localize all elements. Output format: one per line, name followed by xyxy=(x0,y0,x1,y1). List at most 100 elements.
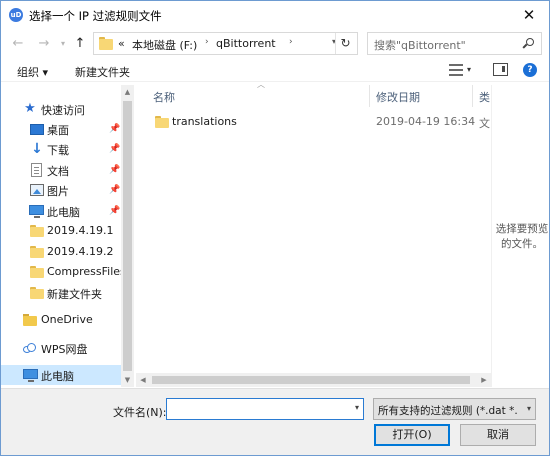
scroll-left-arrow[interactable]: ◀ xyxy=(136,373,150,387)
sidebar-item-this-pc-pinned[interactable]: 此电脑 📌 xyxy=(1,201,121,221)
breadcrumb-folder[interactable]: qBittorrent xyxy=(216,37,276,50)
help-icon[interactable]: ? xyxy=(523,63,537,77)
sidebar-item-onedrive[interactable]: OneDrive xyxy=(1,310,121,330)
sidebar-item-desktop[interactable]: 桌面 📌 xyxy=(1,119,121,139)
pin-icon: 📌 xyxy=(109,185,121,195)
sidebar-item-label: 2019.4.19.1 xyxy=(47,224,114,237)
filename-combobox[interactable]: ▾ xyxy=(166,398,364,420)
sidebar-item-label: 此电脑 xyxy=(41,370,74,383)
sidebar-item-label: 桌面 xyxy=(47,124,69,137)
breadcrumb-overflow[interactable]: « xyxy=(118,37,125,50)
computer-icon xyxy=(23,369,38,382)
sidebar-scrollbar[interactable]: ▲ ▼ xyxy=(121,85,134,387)
pin-icon: 📌 xyxy=(109,124,121,134)
preview-pane-icon[interactable] xyxy=(493,63,508,76)
sidebar-item-label: 2019.4.19.2 xyxy=(47,245,114,258)
filename-input[interactable] xyxy=(167,399,347,419)
preview-empty-text: 选择要预览的文件。 xyxy=(495,223,549,250)
folder-icon xyxy=(99,37,113,50)
scrollbar-thumb[interactable] xyxy=(123,101,132,371)
app-icon: uD xyxy=(9,8,23,22)
chevron-down-icon: ▾ xyxy=(526,404,531,413)
navigation-pane: ★ 快速访问 桌面 📌 ↓ 下载 📌 文档 📌 图片 📌 此电脑 📌 2019.… xyxy=(1,85,134,387)
title-bar: uD 选择一个 IP 过滤规则文件 ✕ xyxy=(1,1,549,29)
sidebar-item-label: 新建文件夹 xyxy=(47,288,102,301)
folder-icon xyxy=(30,246,44,258)
open-button[interactable]: 打开(O) xyxy=(374,424,450,446)
pin-icon: 📌 xyxy=(109,144,121,154)
up-button[interactable]: ↑ xyxy=(71,34,89,54)
sidebar-item-label: OneDrive xyxy=(41,313,93,326)
column-divider[interactable] xyxy=(472,85,473,107)
navigation-bar: ← → ▾ ↑ « 本地磁盘 (F:) › qBittorrent › ▾ ↻ … xyxy=(1,29,549,59)
file-name: translations xyxy=(172,115,237,128)
breadcrumb-drive[interactable]: 本地磁盘 (F:) xyxy=(132,37,197,53)
sidebar-item-label: WPS网盘 xyxy=(41,343,88,356)
sidebar-item-label: CompressFiles xyxy=(47,265,126,278)
sidebar-item-folder-2019-4-19-2[interactable]: 2019.4.19.2 xyxy=(1,242,121,262)
table-row[interactable]: translations 2019-04-19 16:34 文 xyxy=(136,112,491,132)
scroll-up-arrow[interactable]: ▲ xyxy=(121,85,134,99)
sidebar-item-wps-cloud[interactable]: WPS网盘 xyxy=(1,338,121,358)
download-icon: ↓ xyxy=(31,141,43,157)
breadcrumb-separator[interactable]: › xyxy=(289,37,293,47)
refresh-button[interactable]: ↻ xyxy=(335,33,355,54)
search-input[interactable]: 搜索"qBittorrent" xyxy=(367,32,542,55)
file-open-dialog: uD 选择一个 IP 过滤规则文件 ✕ ← → ▾ ↑ « 本地磁盘 (F:) … xyxy=(0,0,550,456)
column-divider[interactable] xyxy=(369,85,370,107)
search-placeholder: 搜索"qBittorrent" xyxy=(374,39,466,52)
file-type-filter-value: 所有支持的过滤规则 (*.dat *.p xyxy=(378,405,518,417)
filename-label: 文件名(N): xyxy=(113,406,167,419)
column-header-name[interactable]: 名称 xyxy=(153,89,175,105)
folder-icon xyxy=(30,287,44,299)
view-dropdown[interactable]: ▾ xyxy=(467,65,471,74)
column-header-type[interactable]: 类 xyxy=(479,89,490,105)
preview-pane: 选择要预览的文件。 xyxy=(491,85,549,387)
address-bar[interactable]: « 本地磁盘 (F:) › qBittorrent › ▾ ↻ xyxy=(93,32,358,55)
window-title: 选择一个 IP 过滤规则文件 xyxy=(29,9,162,23)
sidebar-item-folder-2019-4-19-1[interactable]: 2019.4.19.1 xyxy=(1,221,121,241)
star-icon: ★ xyxy=(24,101,36,116)
close-button[interactable]: ✕ xyxy=(519,5,539,25)
scroll-right-arrow[interactable]: ▶ xyxy=(477,373,491,387)
computer-icon xyxy=(29,205,44,218)
back-button[interactable]: ← xyxy=(9,34,27,54)
recent-locations-dropdown[interactable]: ▾ xyxy=(57,34,69,54)
sidebar-item-quick-access[interactable]: ★ 快速访问 xyxy=(1,99,121,119)
sidebar-item-label: 此电脑 xyxy=(47,206,80,219)
column-header-modified[interactable]: 修改日期 xyxy=(376,89,420,105)
chevron-down-icon[interactable]: ▾ xyxy=(355,403,359,412)
breadcrumb-separator[interactable]: › xyxy=(205,37,209,47)
pin-icon: 📌 xyxy=(109,165,121,175)
file-list: ︿ 名称 修改日期 类 translations 2019-04-19 16:3… xyxy=(136,80,491,387)
toolbar: 组织 ▾ 新建文件夹 ▾ ? xyxy=(1,60,549,82)
file-type: 文 xyxy=(479,117,490,130)
file-type-filter-select[interactable]: 所有支持的过滤规则 (*.dat *.p ▾ xyxy=(373,398,536,420)
new-folder-button[interactable]: 新建文件夹 xyxy=(75,64,130,80)
sidebar-item-downloads[interactable]: ↓ 下载 📌 xyxy=(1,139,121,159)
sidebar-item-label: 文档 xyxy=(47,165,69,178)
sidebar-item-this-pc[interactable]: 此电脑 xyxy=(1,365,121,385)
sidebar-item-label: 快速访问 xyxy=(41,104,85,117)
folder-icon xyxy=(30,225,44,237)
scrollbar-thumb[interactable] xyxy=(152,376,470,384)
document-icon xyxy=(31,163,42,177)
sidebar-item-label: 下载 xyxy=(47,144,69,157)
search-icon xyxy=(522,38,535,50)
picture-icon xyxy=(30,184,44,196)
forward-button[interactable]: → xyxy=(35,34,53,54)
folder-icon xyxy=(155,116,169,128)
sidebar-item-label: 图片 xyxy=(47,185,69,198)
sidebar-item-pictures[interactable]: 图片 📌 xyxy=(1,180,121,200)
scroll-down-arrow[interactable]: ▼ xyxy=(121,373,134,387)
pin-icon: 📌 xyxy=(109,206,121,216)
cancel-button[interactable]: 取消 xyxy=(460,424,536,446)
view-options-icon[interactable] xyxy=(449,64,463,76)
onedrive-icon xyxy=(23,314,37,326)
sidebar-item-documents[interactable]: 文档 📌 xyxy=(1,160,121,180)
folder-icon xyxy=(30,266,44,278)
organize-menu[interactable]: 组织 ▾ xyxy=(17,64,48,80)
sidebar-item-compressfiles[interactable]: CompressFiles xyxy=(1,262,126,282)
sidebar-item-new-folder[interactable]: 新建文件夹 xyxy=(1,283,121,303)
file-list-hscrollbar[interactable]: ◀ ▶ xyxy=(136,373,491,387)
